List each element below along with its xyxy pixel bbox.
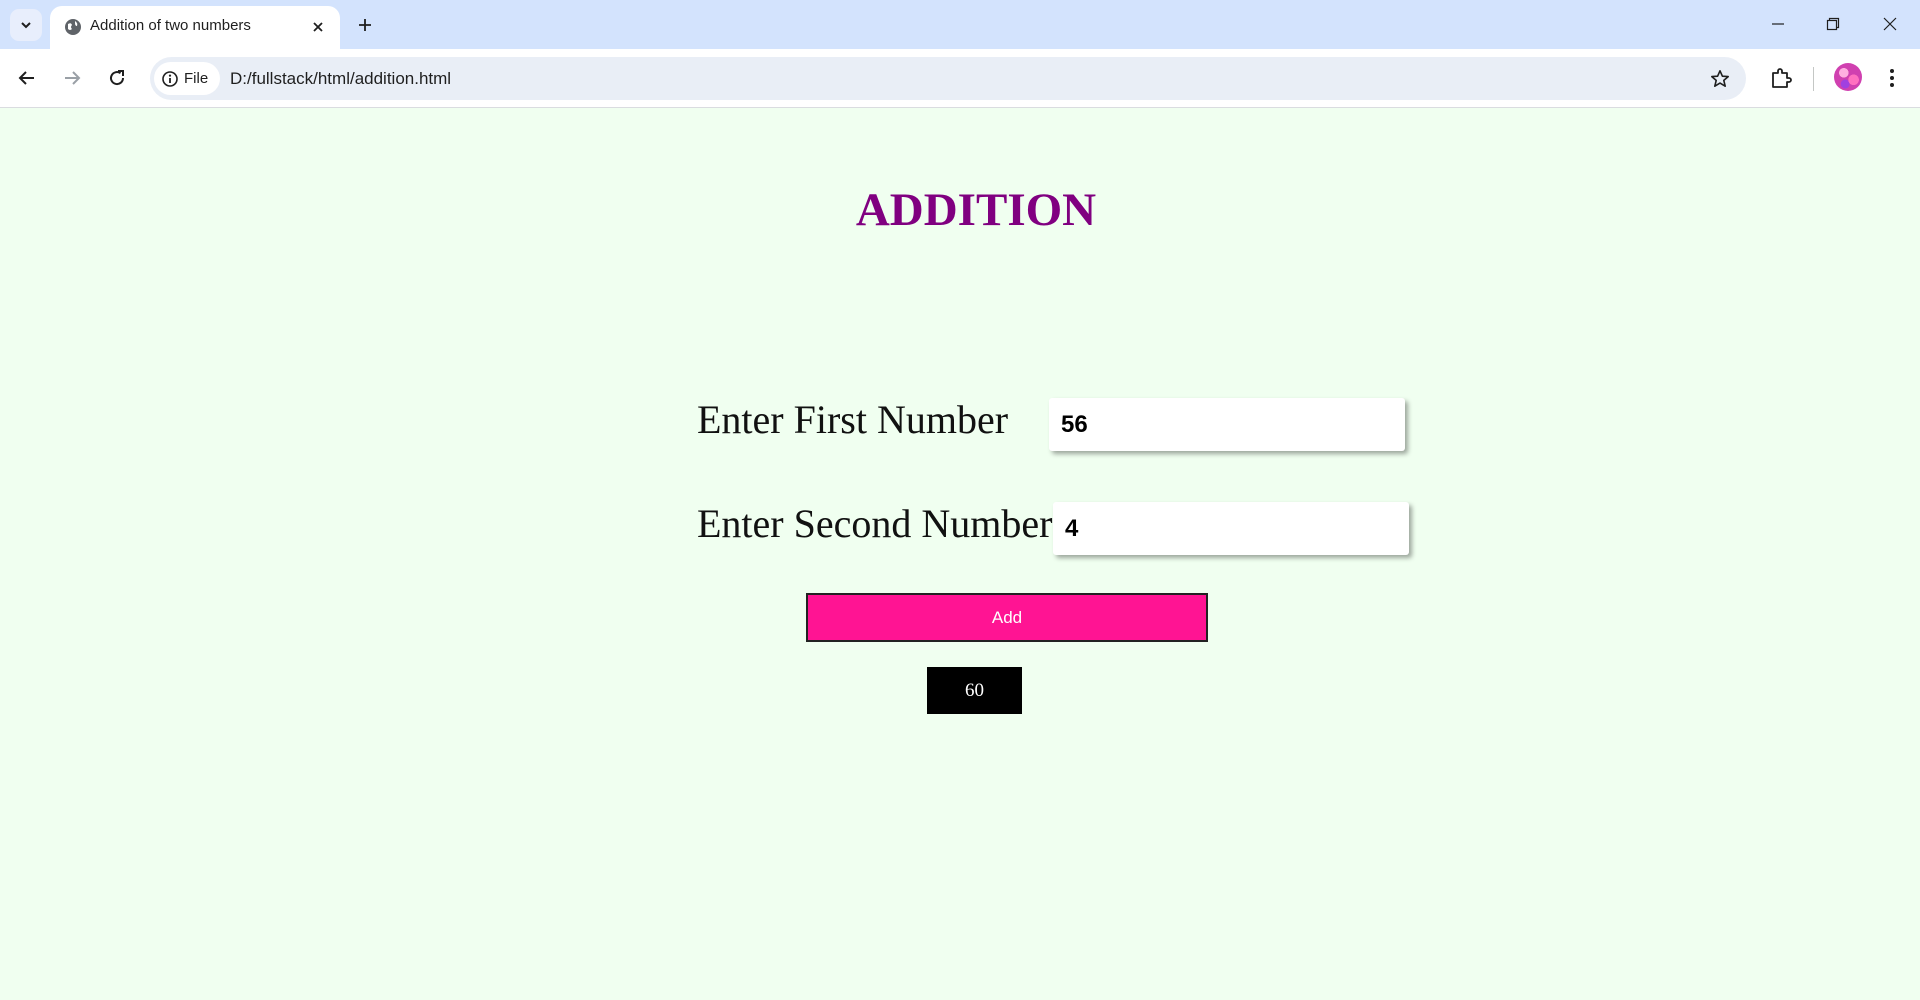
kebab-menu-icon — [1890, 69, 1894, 87]
restore-icon — [1826, 17, 1840, 31]
back-button[interactable] — [10, 61, 44, 95]
extensions-button[interactable] — [1764, 61, 1798, 95]
chevron-down-icon — [21, 22, 31, 29]
reload-icon — [110, 70, 125, 86]
address-bar[interactable]: File D:/fullstack/html/addition.html — [150, 57, 1746, 100]
close-icon — [313, 22, 323, 32]
minimize-icon — [1772, 23, 1784, 25]
bookmark-button[interactable] — [1706, 65, 1734, 93]
reload-button[interactable] — [100, 61, 134, 95]
result-output: 60 — [927, 667, 1022, 714]
first-number-label: Enter First Number — [697, 397, 1009, 442]
arrow-left-icon — [18, 71, 34, 85]
browser-toolbar: File D:/fullstack/html/addition.html — [0, 49, 1920, 108]
minimize-button[interactable] — [1758, 6, 1798, 42]
menu-button[interactable] — [1875, 61, 1909, 95]
tab-search-button[interactable] — [10, 9, 42, 41]
star-icon — [1711, 70, 1729, 87]
tab-close-button[interactable] — [306, 15, 330, 39]
profile-avatar[interactable] — [1834, 63, 1862, 91]
info-icon — [162, 70, 178, 87]
active-tab[interactable]: Addition of two numbers — [50, 6, 340, 49]
globe-icon — [65, 19, 81, 35]
url-text[interactable]: D:/fullstack/html/addition.html — [230, 69, 451, 89]
puzzle-icon — [1772, 68, 1792, 88]
second-number-label: Enter Second Number — [697, 501, 1053, 546]
plus-icon — [359, 19, 371, 31]
new-tab-button[interactable] — [350, 10, 380, 40]
arrow-right-icon — [65, 71, 81, 85]
site-info-label: File — [184, 70, 209, 87]
second-number-input[interactable] — [1053, 502, 1409, 555]
tab-title: Addition of two numbers — [90, 17, 251, 34]
tab-strip: Addition of two numbers — [0, 0, 1920, 49]
forward-button[interactable] — [55, 61, 89, 95]
first-number-input[interactable] — [1049, 398, 1405, 451]
add-button[interactable]: Add — [806, 593, 1208, 642]
close-icon — [1883, 17, 1897, 31]
page-title: ADDITION — [855, 184, 1097, 236]
toolbar-divider — [1813, 67, 1814, 91]
restore-button[interactable] — [1813, 6, 1853, 42]
site-info-chip[interactable]: File — [154, 62, 220, 95]
close-window-button[interactable] — [1870, 6, 1910, 42]
